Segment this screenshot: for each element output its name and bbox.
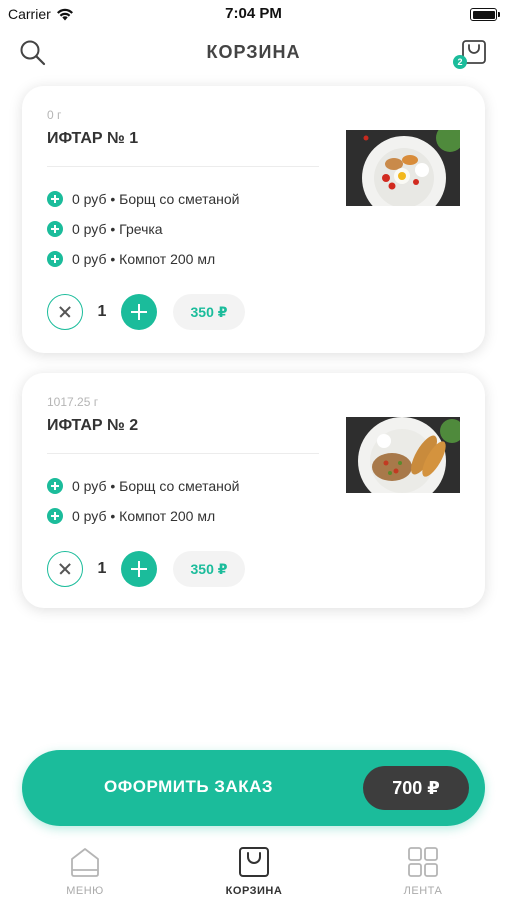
addon-list: 0 руб • Борщ со сметаной 0 руб • Компот … <box>47 471 240 531</box>
addon-label: 0 руб • Борщ со сметаной <box>72 478 240 494</box>
plus-circle-icon <box>47 508 63 524</box>
addon-label: 0 руб • Компот 200 мл <box>72 251 216 267</box>
nav-bar: КОРЗИНА 2 <box>0 30 507 74</box>
quantity-controls: 1 350 ₽ <box>47 293 245 331</box>
addon-item[interactable]: 0 руб • Борщ со сметаной <box>47 184 240 214</box>
addon-item[interactable]: 0 руб • Компот 200 мл <box>47 501 240 531</box>
cart-button[interactable]: 2 <box>453 37 489 69</box>
dish-photo <box>346 130 460 206</box>
cart-item-card: 0 г ИФТАР № 1 0 руб • Борщ со сметаной 0… <box>22 86 485 353</box>
addon-item[interactable]: 0 руб • Гречка <box>47 214 240 244</box>
remove-item-button[interactable] <box>47 294 83 330</box>
item-price: 350 ₽ <box>173 551 245 587</box>
bag-icon <box>239 847 269 877</box>
quantity-value: 1 <box>97 560 107 577</box>
remove-item-button[interactable] <box>47 551 83 587</box>
plus-circle-icon <box>47 221 63 237</box>
plus-circle-icon <box>47 478 63 494</box>
cart-item-card: 1017.25 г ИФТАР № 2 0 руб • Борщ со смет… <box>22 373 485 608</box>
addon-label: 0 руб • Компот 200 мл <box>72 508 216 524</box>
item-weight: 1017.25 г <box>47 395 99 409</box>
increase-quantity-button[interactable] <box>121 551 157 587</box>
page-title: КОРЗИНА <box>206 42 301 62</box>
quantity-controls: 1 350 ₽ <box>47 550 245 588</box>
status-bar: Carrier 7:04 PM <box>0 0 507 28</box>
checkout-label: ОФОРМИТЬ ЗАКАЗ <box>104 777 274 796</box>
home-icon <box>71 848 99 877</box>
tab-menu[interactable]: МЕНЮ <box>30 845 140 897</box>
plus-circle-icon <box>47 191 63 207</box>
tab-label: КОРЗИНА <box>225 885 283 897</box>
addon-item[interactable]: 0 руб • Компот 200 мл <box>47 244 240 274</box>
tab-bar: МЕНЮ КОРЗИНА ЛЕНТА <box>0 840 507 900</box>
tab-label: ЛЕНТА <box>403 885 443 897</box>
item-title: ИФТАР № 1 <box>47 130 139 147</box>
addon-label: 0 руб • Гречка <box>72 221 163 237</box>
increase-quantity-button[interactable] <box>121 294 157 330</box>
cart-count-badge: 2 <box>453 55 467 69</box>
quantity-value: 1 <box>97 303 107 320</box>
plus-circle-icon <box>47 251 63 267</box>
tab-label: МЕНЮ <box>66 885 104 897</box>
item-weight: 0 г <box>47 108 62 122</box>
item-title: ИФТАР № 2 <box>47 417 139 434</box>
battery-icon <box>470 8 500 21</box>
divider <box>47 453 319 454</box>
item-price: 350 ₽ <box>173 294 245 330</box>
addon-item[interactable]: 0 руб • Борщ со сметаной <box>47 471 240 501</box>
dish-photo <box>346 417 460 493</box>
tab-cart[interactable]: КОРЗИНА <box>199 845 309 897</box>
checkout-button[interactable]: ОФОРМИТЬ ЗАКАЗ 700 ₽ <box>22 750 485 826</box>
order-total: 700 ₽ <box>363 766 469 810</box>
clock: 7:04 PM <box>225 5 282 22</box>
divider <box>47 166 319 167</box>
addon-label: 0 руб • Борщ со сметаной <box>72 191 240 207</box>
tab-feed[interactable]: ЛЕНТА <box>368 845 478 897</box>
grid-icon <box>408 847 438 877</box>
addon-list: 0 руб • Борщ со сметаной 0 руб • Гречка … <box>47 184 240 274</box>
